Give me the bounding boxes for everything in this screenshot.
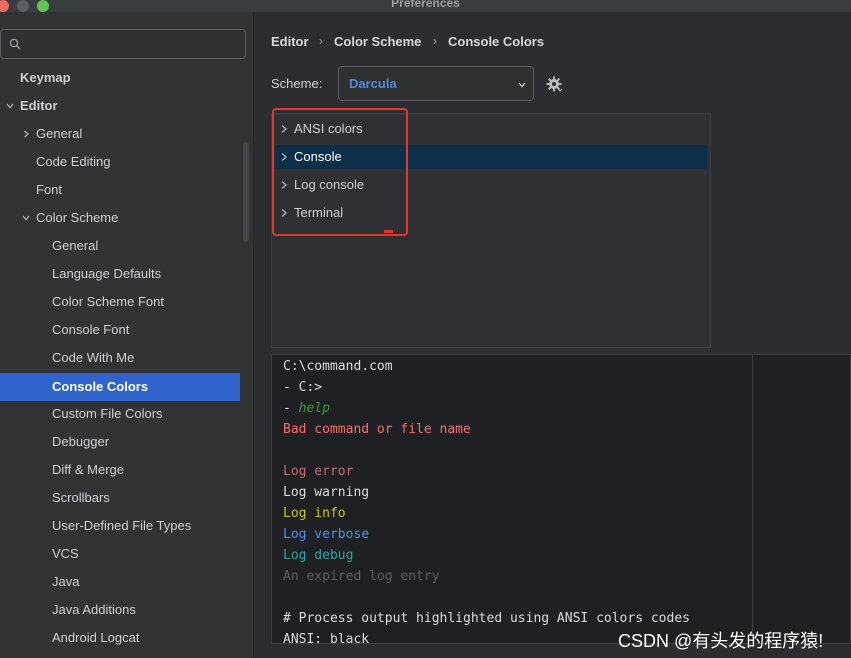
- sidebar-item-console-font[interactable]: Console Font: [0, 318, 240, 342]
- sidebar-item-console-colors[interactable]: Console Colors: [0, 373, 240, 401]
- preview-line-user-input: - help: [283, 401, 330, 416]
- sidebar-item-label: Java Additions: [52, 602, 136, 617]
- sidebar-item-color-scheme-font[interactable]: Color Scheme Font: [0, 290, 240, 314]
- sidebar-item-label: Scrollbars: [52, 490, 110, 505]
- sidebar-item-user-defined-file-types[interactable]: User-Defined File Types: [0, 514, 240, 538]
- sidebar-item-color-scheme-general[interactable]: General: [0, 234, 240, 258]
- sidebar-item-label: Color Scheme: [36, 210, 119, 225]
- preview-line: Log info: [283, 506, 346, 521]
- search-icon: [9, 38, 21, 50]
- scheme-label: Scheme:: [271, 76, 323, 91]
- preview-prompt: -: [283, 401, 299, 416]
- sidebar-item-label: Debugger: [52, 434, 110, 449]
- sidebar-item-diff-merge[interactable]: Diff & Merge: [0, 458, 240, 482]
- sidebar-scrollbar[interactable]: [243, 142, 249, 242]
- preview-line: ANSI: black: [283, 632, 370, 644]
- sidebar-item-code-with-me[interactable]: Code With Me: [0, 346, 240, 370]
- sidebar-item-vcs[interactable]: VCS: [0, 542, 240, 566]
- sidebar-item-color-scheme[interactable]: Color Scheme: [0, 206, 240, 230]
- sidebar-item-label: General: [52, 238, 99, 253]
- annotation-mark: [384, 230, 393, 233]
- sidebar-item-label: Font: [36, 182, 63, 197]
- sidebar-item-font[interactable]: Font: [0, 178, 240, 202]
- breadcrumb-separator-icon: ›: [433, 34, 437, 48]
- chevron-down-icon[interactable]: [21, 213, 31, 223]
- sidebar-item-scrollbars[interactable]: Scrollbars: [0, 486, 240, 510]
- sidebar-item-label: Editor: [20, 98, 58, 113]
- sidebar-item-label: VCS: [52, 546, 79, 561]
- sidebar-item-language-defaults[interactable]: Language Defaults: [0, 262, 240, 286]
- right-margin-divider: [752, 355, 753, 643]
- scheme-value: Darcula: [349, 76, 397, 91]
- breadcrumb-item[interactable]: Color Scheme: [334, 34, 421, 49]
- settings-content: Editor › Color Scheme › Console Colors S…: [255, 12, 851, 658]
- title-bar: Preferences: [0, 0, 851, 12]
- preview-line: An expired log entry: [283, 569, 440, 584]
- scheme-dropdown[interactable]: Darcula: [338, 66, 534, 101]
- sidebar-item-label: Console Colors: [52, 379, 149, 394]
- sidebar-item-label: Color Scheme Font: [52, 294, 164, 309]
- window-title: Preferences: [391, 0, 460, 10]
- sidebar-item-general[interactable]: General: [0, 122, 240, 146]
- sidebar-item-label: Java: [52, 574, 80, 589]
- sidebar-item-label: Code With Me: [52, 350, 135, 365]
- sidebar-item-code-editing[interactable]: Code Editing: [0, 150, 240, 174]
- preview-line: - C:>: [283, 380, 323, 395]
- sidebar-item-label: General: [36, 126, 83, 141]
- breadcrumb-separator-icon: ›: [319, 34, 323, 48]
- preview-line: C:\command.com: [283, 359, 393, 374]
- preview-line: # Process output highlighted using ANSI …: [283, 611, 690, 626]
- sidebar-item-label: Android Logcat: [52, 630, 140, 645]
- sidebar-item-editor[interactable]: Editor: [0, 94, 240, 118]
- chevron-right-icon[interactable]: [21, 129, 31, 139]
- preview-line: Log verbose: [283, 527, 370, 542]
- sidebar-item-label: Console Font: [52, 322, 130, 337]
- gear-icon[interactable]: [545, 75, 563, 93]
- sidebar-item-java-additions[interactable]: Java Additions: [0, 598, 240, 622]
- search-input[interactable]: [0, 29, 246, 59]
- preview-line: Log debug: [283, 548, 354, 563]
- breadcrumb-item: Console Colors: [448, 34, 545, 49]
- preview-line: Log error: [283, 464, 354, 479]
- sidebar-item-label: Language Defaults: [52, 266, 162, 281]
- chevron-down-icon: [518, 82, 526, 88]
- settings-sidebar: Keymap Editor General Code Editing Font …: [0, 12, 254, 658]
- preview-line: Log warning: [283, 485, 370, 500]
- sidebar-item-custom-file-colors[interactable]: Custom File Colors: [0, 402, 240, 426]
- breadcrumb-item[interactable]: Editor: [271, 34, 309, 49]
- chevron-down-icon[interactable]: [5, 101, 15, 111]
- sidebar-item-label: Diff & Merge: [52, 462, 125, 477]
- sidebar-item-label: User-Defined File Types: [52, 518, 192, 533]
- sidebar-item-label: Keymap: [20, 70, 71, 85]
- watermark-text: CSDN @有头发的程序猿!: [618, 631, 824, 651]
- sidebar-item-java[interactable]: Java: [0, 570, 240, 594]
- sidebar-item-label: Custom File Colors: [52, 406, 163, 421]
- sidebar-item-android-logcat[interactable]: Android Logcat: [0, 626, 240, 650]
- annotation-highlight-box: [272, 108, 408, 236]
- preview-line: Bad command or file name: [283, 422, 471, 437]
- sidebar-item-keymap[interactable]: Keymap: [0, 66, 240, 90]
- console-preview: C:\command.com - C:> - help Bad command …: [271, 354, 851, 644]
- preview-user-input: help: [298, 401, 330, 416]
- sidebar-item-debugger[interactable]: Debugger: [0, 430, 240, 454]
- sidebar-item-label: Code Editing: [36, 154, 111, 169]
